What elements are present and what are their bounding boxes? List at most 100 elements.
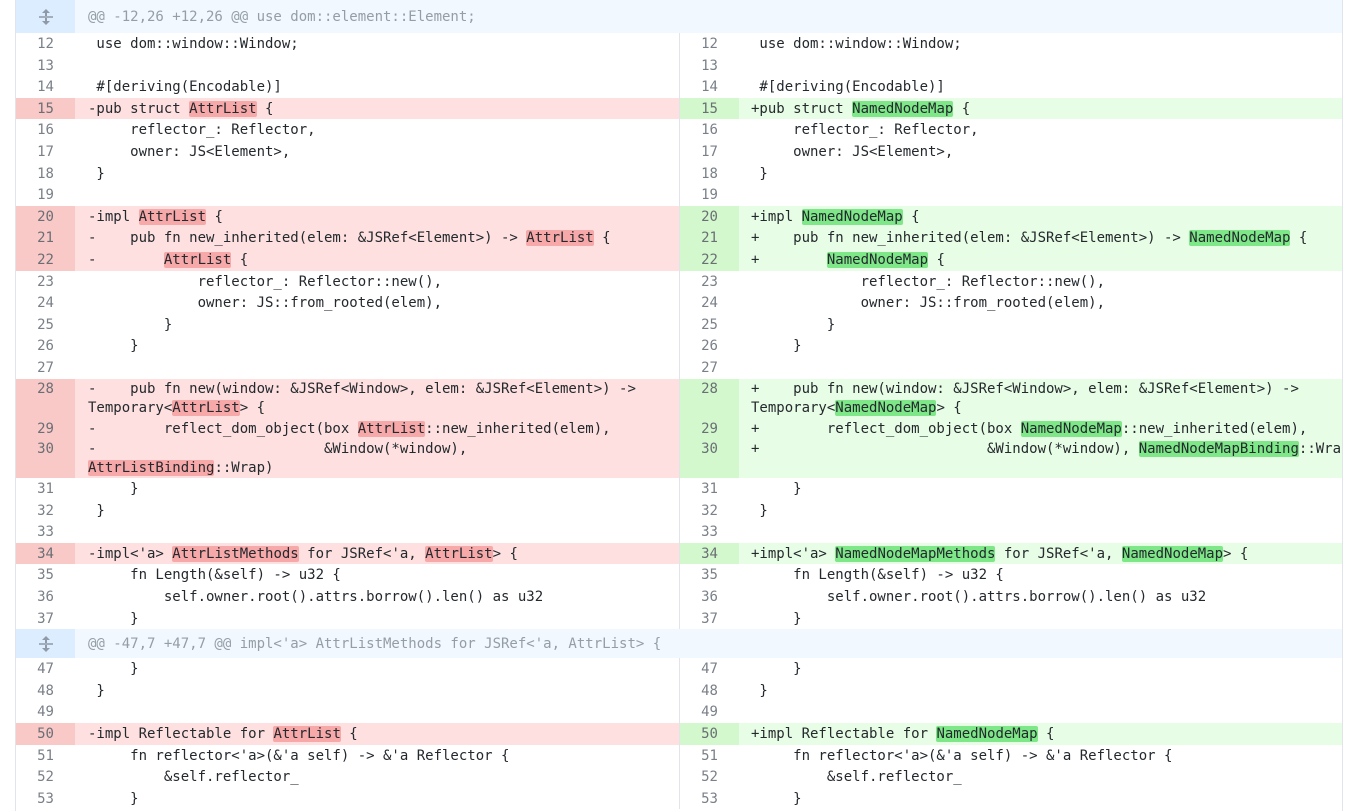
old-code-line: self.owner.root().attrs.borrow().len() a… bbox=[88, 589, 544, 606]
new-line-number[interactable]: 53 bbox=[680, 788, 739, 810]
new-line-number[interactable]: 32 bbox=[680, 500, 739, 522]
new-side: 49 bbox=[679, 701, 1342, 724]
new-line-number[interactable]: 20 bbox=[680, 205, 739, 228]
old-line-number[interactable]: 20 bbox=[16, 205, 75, 228]
old-line-number[interactable]: 13 bbox=[16, 55, 75, 77]
removed-token: AttrList bbox=[357, 420, 426, 437]
new-line-number[interactable]: 21 bbox=[680, 227, 739, 249]
old-line-number[interactable]: 37 bbox=[16, 608, 75, 630]
new-line-number[interactable]: 51 bbox=[680, 745, 739, 767]
expand-icon[interactable] bbox=[38, 635, 54, 653]
new-line-number[interactable]: 18 bbox=[680, 163, 739, 185]
old-line-number[interactable]: 25 bbox=[16, 314, 75, 336]
old-line-number[interactable]: 36 bbox=[16, 586, 75, 608]
old-line-number[interactable]: 51 bbox=[16, 745, 75, 767]
old-line-number[interactable]: 24 bbox=[16, 292, 75, 314]
old-line-number[interactable]: 53 bbox=[16, 788, 75, 810]
old-line-number[interactable]: 19 bbox=[16, 184, 75, 206]
expand-lines-button[interactable] bbox=[16, 629, 75, 659]
old-line-number[interactable]: 29 bbox=[16, 417, 75, 440]
new-code-line: +impl Reflectable for NamedNodeMap { bbox=[739, 723, 1342, 745]
old-line-number[interactable]: 17 bbox=[16, 141, 75, 163]
new-line-number[interactable]: 47 bbox=[680, 658, 739, 680]
old-line-number[interactable]: 18 bbox=[16, 163, 75, 185]
old-side: 31 } bbox=[16, 478, 679, 500]
old-line-number[interactable]: 34 bbox=[16, 542, 75, 565]
new-line-number[interactable]: 22 bbox=[680, 248, 739, 271]
new-line-number[interactable]: 48 bbox=[680, 680, 739, 702]
old-side: 20 -impl AttrList { bbox=[16, 205, 679, 228]
new-code-line bbox=[739, 357, 1342, 379]
new-line-number[interactable]: 34 bbox=[680, 542, 739, 565]
diff-row: 26 } 26 } bbox=[16, 335, 1342, 357]
expand-lines-button[interactable] bbox=[16, 0, 75, 33]
new-line-number[interactable]: 52 bbox=[680, 766, 739, 788]
old-line-number[interactable]: 50 bbox=[16, 723, 75, 745]
old-line-number[interactable]: 28 bbox=[16, 378, 75, 418]
new-line-number[interactable]: 16 bbox=[680, 119, 739, 141]
new-side: 28 + pub fn new(window: &JSRef<Window>, e… bbox=[679, 378, 1342, 418]
new-line-number[interactable]: 50 bbox=[680, 723, 739, 745]
old-code-line bbox=[75, 701, 679, 723]
old-line-number[interactable]: 30 bbox=[16, 439, 75, 479]
new-line-number[interactable]: 14 bbox=[680, 76, 739, 98]
new-line-number[interactable]: 31 bbox=[680, 478, 739, 500]
diff-row: 15 -pub struct AttrList {15 +pub struct Na… bbox=[16, 97, 1342, 120]
new-line-number[interactable]: 36 bbox=[680, 586, 739, 608]
new-line-number[interactable]: 19 bbox=[680, 184, 739, 206]
old-code-line: } bbox=[88, 790, 139, 807]
new-line-number[interactable]: 13 bbox=[680, 55, 739, 77]
diff-row: 12 use dom::window::Window; 12 use dom::w… bbox=[16, 33, 1342, 55]
old-line-number[interactable]: 16 bbox=[16, 119, 75, 141]
old-line-number[interactable]: 32 bbox=[16, 500, 75, 522]
added-token: NamedNodeMapBinding bbox=[1138, 441, 1299, 458]
new-line-number[interactable]: 28 bbox=[680, 378, 739, 418]
old-line-number[interactable]: 26 bbox=[16, 335, 75, 357]
old-side: 22- AttrList { bbox=[16, 248, 679, 271]
old-code-line: } bbox=[88, 338, 139, 355]
new-line-number[interactable]: 24 bbox=[680, 292, 739, 314]
new-line-number[interactable]: 23 bbox=[680, 271, 739, 293]
old-line-number[interactable]: 21 bbox=[16, 227, 75, 249]
new-line-number[interactable]: 29 bbox=[680, 417, 739, 440]
old-line-number[interactable]: 12 bbox=[16, 33, 75, 55]
old-line-number[interactable]: 47 bbox=[16, 658, 75, 680]
old-code-line: } bbox=[88, 661, 139, 678]
new-side: 37 } bbox=[679, 607, 1342, 630]
old-line-number[interactable]: 23 bbox=[16, 271, 75, 293]
diff-row: 53 } 53 } bbox=[16, 787, 1342, 810]
new-line-number[interactable]: 17 bbox=[680, 141, 739, 163]
new-line-number[interactable]: 30 bbox=[680, 439, 739, 479]
old-line-number[interactable]: 48 bbox=[16, 680, 75, 702]
new-line-number[interactable]: 49 bbox=[680, 701, 739, 723]
old-line-number[interactable]: 31 bbox=[16, 478, 75, 500]
old-line-number[interactable]: 15 bbox=[16, 97, 75, 120]
diff-row: 17 owner: JS<Element>, 17 owner: JS<Eleme… bbox=[16, 140, 1342, 163]
old-line-number[interactable]: 49 bbox=[16, 701, 75, 723]
old-line-number[interactable]: 14 bbox=[16, 76, 75, 98]
new-line-number[interactable]: 26 bbox=[680, 335, 739, 357]
new-line-number[interactable]: 15 bbox=[680, 97, 739, 120]
old-side: 18 } bbox=[16, 163, 679, 185]
old-side: 51 fn reflector<'a>(&'a self) -> &'a Ref… bbox=[16, 745, 679, 767]
hunk-header-text: @@ -12,26 +12,26 @@ use dom::element::El… bbox=[88, 8, 476, 25]
new-line-number[interactable]: 37 bbox=[680, 608, 739, 630]
old-line-number[interactable]: 33 bbox=[16, 521, 75, 543]
new-line-number[interactable]: 25 bbox=[680, 314, 739, 336]
removed-token: AttrList bbox=[273, 726, 341, 743]
old-line-number[interactable]: 27 bbox=[16, 357, 75, 379]
old-code-line: #[deriving(Encodable)] bbox=[88, 79, 282, 96]
new-side: 33 bbox=[679, 521, 1342, 543]
expand-icon[interactable] bbox=[38, 8, 54, 26]
old-side: 35 fn Length(&self) -> u32 { bbox=[16, 564, 679, 586]
old-line-number[interactable]: 22 bbox=[16, 248, 75, 271]
old-line-number[interactable]: 35 bbox=[16, 564, 75, 586]
new-line-number[interactable]: 27 bbox=[680, 357, 739, 379]
new-line-number[interactable]: 33 bbox=[680, 521, 739, 543]
new-code-line: reflector_: Reflector, bbox=[751, 122, 979, 139]
new-line-number[interactable]: 12 bbox=[680, 33, 739, 55]
old-line-number[interactable]: 52 bbox=[16, 766, 75, 788]
new-line-number[interactable]: 35 bbox=[680, 564, 739, 586]
old-side: 37 } bbox=[16, 608, 679, 630]
new-code-line: + reflect_dom_object(box NamedNodeMap::n… bbox=[739, 417, 1342, 440]
